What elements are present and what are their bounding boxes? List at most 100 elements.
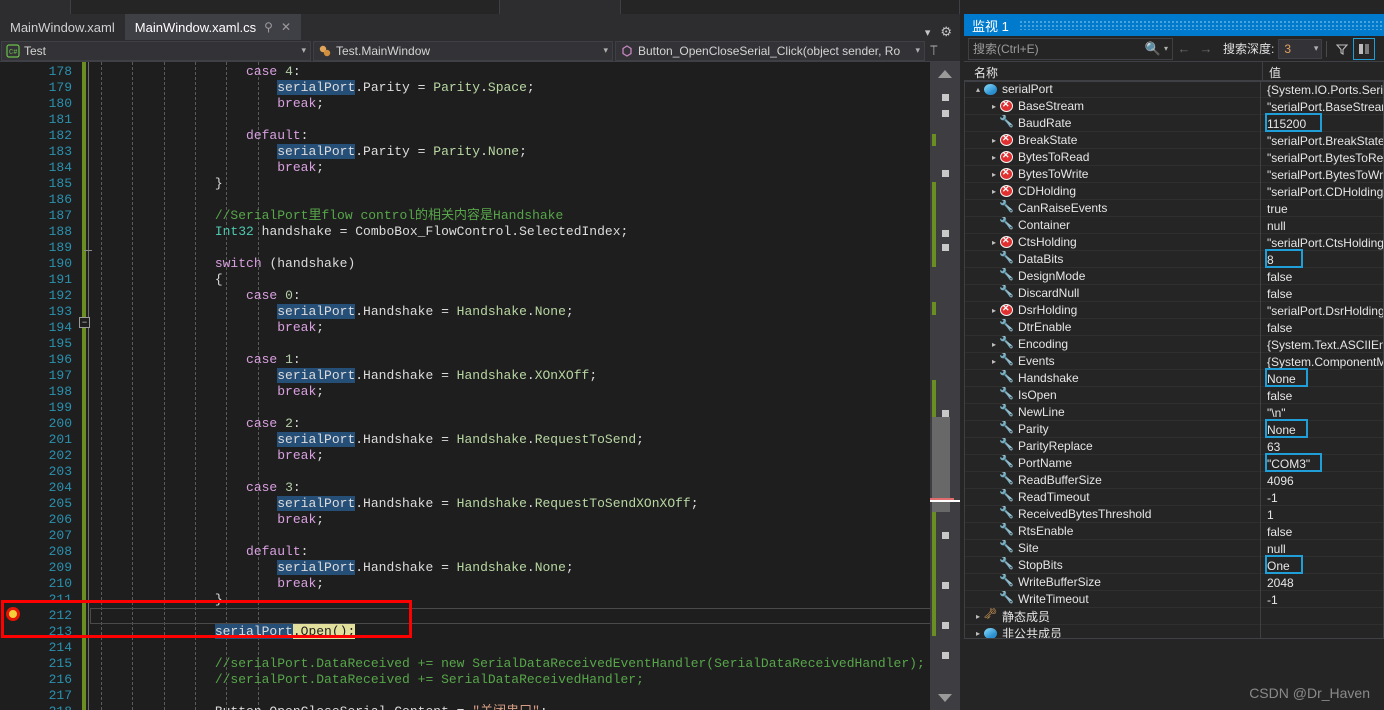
watch-row-value[interactable]: "COM3" [1267,455,1384,472]
code-line[interactable]: case 0: [90,288,930,304]
code-line[interactable] [90,608,930,624]
scroll-up-icon[interactable] [938,70,952,78]
watch-row-value[interactable]: {System.IO.Ports.Serial [1267,81,1384,98]
breakpoint-glyph[interactable] [6,607,20,621]
expander-icon[interactable]: ▴ [972,85,984,94]
arrow-left-icon[interactable]: ← [1173,38,1195,60]
chevron-down-icon[interactable]: ▾ [1164,44,1168,53]
code-line[interactable]: } [90,176,930,192]
watch-row[interactable]: DtrEnable false [964,319,1384,336]
tab-mainwindow-xaml[interactable]: MainWindow.xaml [0,14,125,40]
watch-row[interactable]: DesignMode false [964,268,1384,285]
code-line[interactable]: //serialPort.DataReceived += SerialDataR… [90,672,930,688]
watch-row-value[interactable]: "serialPort.CtsHolding [1267,234,1384,251]
chevron-down-icon[interactable]: ▾ [295,45,306,56]
chevron-down-icon[interactable]: ▾ [1314,43,1322,54]
watch-row[interactable]: Container null [964,217,1384,234]
filter-icon[interactable] [1331,38,1353,60]
code-line[interactable]: serialPort.Open(); [90,624,930,640]
code-line[interactable] [90,464,930,480]
pin-icon[interactable]: ⚲ [264,21,273,33]
watch-row-value[interactable]: -1 [1267,591,1384,608]
watch-row[interactable]: ParityReplace 63 [964,438,1384,455]
watch-row-value[interactable]: "serialPort.DsrHolding [1267,302,1384,319]
code-line[interactable]: serialPort.Parity = Parity.None; [90,144,930,160]
watch-row-value[interactable]: false [1267,387,1384,404]
search-input[interactable]: 搜索(Ctrl+E) 🔍 ▾ [968,37,1173,60]
watch-row-value[interactable]: 8 [1267,251,1384,268]
watch-row[interactable]: ReadBufferSize 4096 [964,472,1384,489]
watch-row-value[interactable]: "serialPort.CDHolding" [1267,183,1384,200]
code-line[interactable]: serialPort.Handshake = Handshake.Request… [90,432,930,448]
watch-row-value[interactable]: 115200 [1267,115,1384,132]
watch-row[interactable]: PortName "COM3" [964,453,1384,472]
expander-icon[interactable]: ▸ [988,136,1000,145]
chevron-down-icon[interactable]: ▾ [909,45,920,56]
code-line[interactable]: Int32 handshake = ComboBox_FlowControl.S… [90,224,930,240]
collapse-region-button[interactable]: − [79,317,90,328]
expander-icon[interactable]: ▸ [988,170,1000,179]
class-dropdown[interactable]: Test.MainWindow ▾ [313,40,613,61]
watch-row[interactable]: Parity None [964,419,1384,438]
watch-row[interactable]: StopBits One [964,555,1384,574]
code-line[interactable]: //SerialPort里flow control的相关内容是Handshake [90,208,930,224]
expander-icon[interactable]: ▸ [988,187,1000,196]
watch-row[interactable]: Handshake None [964,368,1384,387]
code-line[interactable]: break; [90,576,930,592]
search-depth-dropdown[interactable]: 3 ▾ [1278,38,1323,59]
watch-row-value[interactable]: null [1267,540,1384,557]
watch-row[interactable]: NewLine "\n" [964,404,1384,421]
code-line[interactable]: switch (handshake) [90,256,930,272]
watch-row[interactable]: BaudRate 115200 [964,113,1384,132]
watch-row-value[interactable] [1267,608,1384,625]
watch-row[interactable]: ▸ CDHolding "serialPort.CDHolding" [964,183,1384,200]
watch-row-value[interactable] [1267,625,1384,638]
code-line[interactable]: //serialPort.DataReceived += new SerialD… [90,656,930,672]
code-line[interactable]: serialPort.Parity = Parity.Space; [90,80,930,96]
watch-row[interactable]: ▸ DsrHolding "serialPort.DsrHolding [964,302,1384,319]
code-line[interactable] [90,336,930,352]
watch-row-value[interactable]: "serialPort.BreakState" [1267,132,1384,149]
expander-icon[interactable]: ▸ [988,102,1000,111]
code-line[interactable] [90,400,930,416]
watch-row[interactable]: DataBits 8 [964,249,1384,268]
code-line[interactable]: serialPort.Handshake = Handshake.None; [90,304,930,320]
watch-row[interactable]: ReceivedBytesThreshold 1 [964,506,1384,523]
watch-row-value[interactable]: false [1267,523,1384,540]
editor-vertical-scrollbar[interactable] [930,62,960,710]
code-line[interactable]: serialPort.Handshake = Handshake.None; [90,560,930,576]
watch-row[interactable]: ▸ BaseStream "serialPort.BaseStream [964,98,1384,115]
chevron-down-icon[interactable]: ▾ [925,26,931,39]
code-line[interactable]: break; [90,320,930,336]
watch-row-value[interactable]: null [1267,217,1384,234]
watch-row-value[interactable]: false [1267,285,1384,302]
watch-row-value[interactable]: 63 [1267,438,1384,455]
code-line[interactable]: default: [90,128,930,144]
watch-row-value[interactable]: One [1267,557,1384,574]
watch-row[interactable]: ▸ BreakState "serialPort.BreakState" [964,132,1384,149]
watch-variable-list[interactable]: ▴ serialPort {System.IO.Ports.Serial ▸ BaseS… [964,81,1384,638]
watch-row[interactable]: Site null [964,540,1384,557]
watch-row[interactable]: CanRaiseEvents true [964,200,1384,217]
scroll-down-icon[interactable] [938,694,952,702]
watch-row-value[interactable]: 2048 [1267,574,1384,591]
watch-row-value[interactable]: "\n" [1267,404,1384,421]
watch-row-value[interactable]: "serialPort.BaseStream [1267,98,1384,115]
watch-row-value[interactable]: false [1267,319,1384,336]
split-view-icon[interactable]: ⟙ [930,43,938,59]
code-line[interactable] [90,640,930,656]
watch-row[interactable]: ReadTimeout -1 [964,489,1384,506]
code-line[interactable]: break; [90,448,930,464]
code-line[interactable] [90,192,930,208]
code-line[interactable]: break; [90,96,930,112]
watch-row-value[interactable]: false [1267,268,1384,285]
code-line[interactable]: case 1: [90,352,930,368]
source-code[interactable]: case 4: serialPort.Parity = Parity.Space… [90,62,930,710]
watch-row[interactable]: WriteTimeout -1 [964,591,1384,608]
code-line[interactable]: serialPort.Handshake = Handshake.Request… [90,496,930,512]
watch-row-value[interactable]: -1 [1267,489,1384,506]
watch-row[interactable]: ▸ CtsHolding "serialPort.CtsHolding [964,234,1384,251]
code-line[interactable]: serialPort.Handshake = Handshake.XOnXOff… [90,368,930,384]
watch-row[interactable]: ▸ BytesToWrite "serialPort.BytesToWrit [964,166,1384,183]
watch-row[interactable]: WriteBufferSize 2048 [964,574,1384,591]
